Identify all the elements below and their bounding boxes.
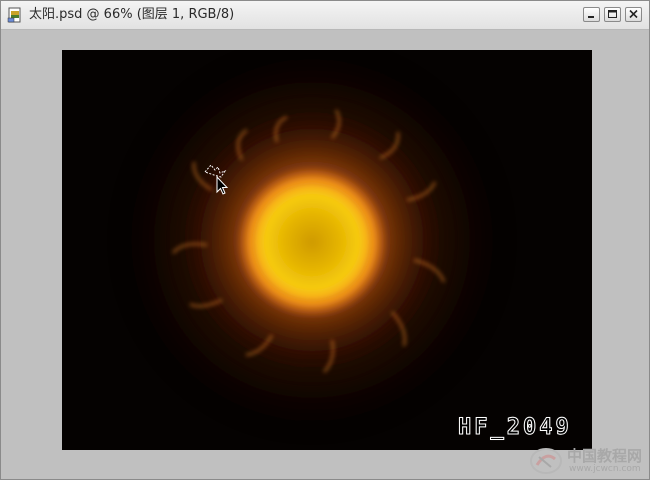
maximize-icon bbox=[608, 10, 617, 18]
site-logo-icon bbox=[530, 448, 562, 474]
site-logo-url: www.jcwcn.com bbox=[569, 464, 641, 474]
site-logo-name: 中国教程网 bbox=[567, 447, 643, 465]
watermark-signature: HF_2049 bbox=[458, 415, 572, 440]
photoshop-document-icon bbox=[7, 7, 21, 23]
maximize-button[interactable] bbox=[604, 7, 621, 22]
close-icon bbox=[629, 9, 638, 19]
title-bar[interactable]: 太阳.psd @ 66% (图层 1, RGB/8) bbox=[1, 1, 649, 30]
document-window: 太阳.psd @ 66% (图层 1, RGB/8) HF_2049 中国教程网… bbox=[0, 0, 650, 480]
sun-artwork bbox=[112, 50, 512, 440]
document-canvas[interactable]: HF_2049 bbox=[62, 50, 592, 450]
window-title: 太阳.psd @ 66% (图层 1, RGB/8) bbox=[29, 7, 235, 22]
minimize-button[interactable] bbox=[583, 7, 600, 22]
site-watermark-logo: 中国教程网 www.jcwcn.com bbox=[529, 443, 649, 479]
minimize-icon bbox=[588, 16, 594, 18]
move-cursor-icon bbox=[204, 164, 229, 195]
workspace-area[interactable]: HF_2049 bbox=[1, 30, 649, 479]
close-button[interactable] bbox=[625, 7, 642, 22]
